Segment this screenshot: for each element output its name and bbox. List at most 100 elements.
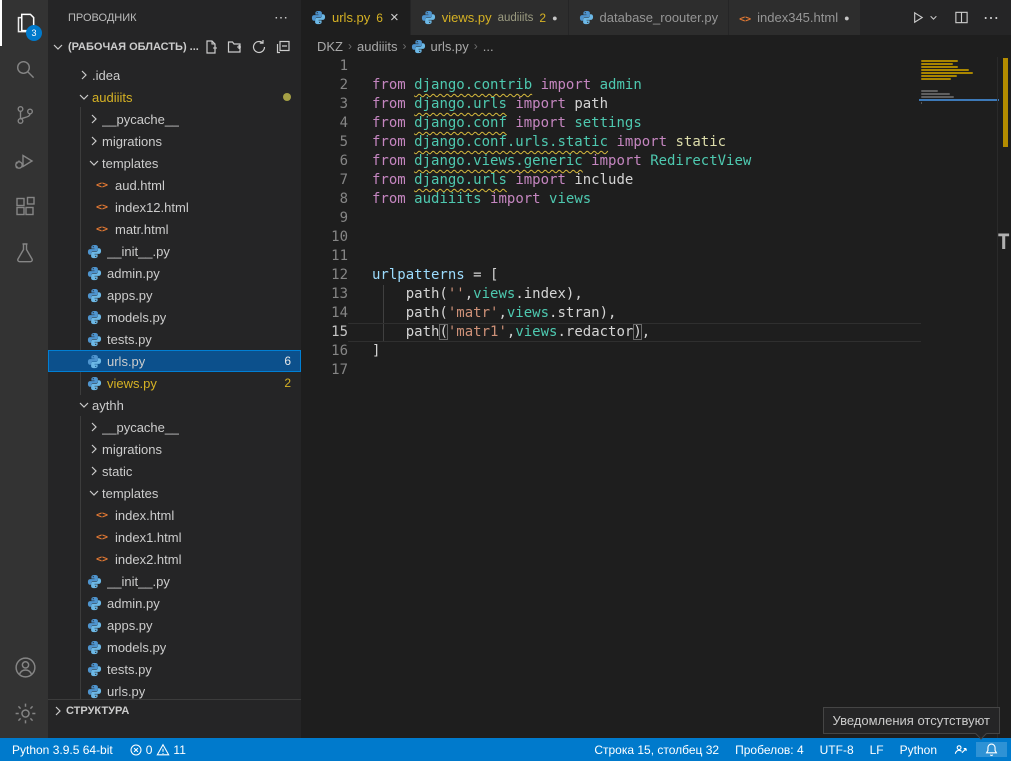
tree-item-__pycache__[interactable]: __pycache__ <box>48 108 301 130</box>
tree-item-admin.py[interactable]: admin.py <box>48 592 301 614</box>
tree-item-urls.py[interactable]: urls.py6 <box>48 350 301 372</box>
status-python-version[interactable]: Python 3.9.5 64-bit <box>4 743 121 757</box>
account-icon[interactable] <box>0 644 48 690</box>
tree-item-views.py[interactable]: views.py 2 <box>48 372 301 394</box>
refresh-icon[interactable] <box>251 39 267 55</box>
tree-item-aythh[interactable]: aythh <box>48 394 301 416</box>
new-folder-icon[interactable] <box>227 39 243 55</box>
tab-label: database_roouter.py <box>600 10 719 25</box>
tree-item-admin.py[interactable]: admin.py <box>48 262 301 284</box>
code-line-4[interactable]: 4from django.conf import settings <box>301 114 1011 133</box>
code-line-11[interactable]: 11 <box>301 247 1011 266</box>
code-line-13[interactable]: 13 path('',views.index), <box>301 285 1011 304</box>
split-editor-icon[interactable] <box>954 10 969 25</box>
code-line-7[interactable]: 7from django.urls import include <box>301 171 1011 190</box>
code-line-9[interactable]: 9 <box>301 209 1011 228</box>
status-problems[interactable]: 0 11 <box>121 743 194 757</box>
tree-item-models.py[interactable]: models.py <box>48 306 301 328</box>
code-line-15[interactable]: 15 path('matr1',views.redactor), <box>301 323 1011 342</box>
tree-item-label: apps.py <box>107 288 153 303</box>
workspace-section-header[interactable]: (РАБОЧАЯ ОБЛАСТЬ) ... <box>48 35 301 59</box>
chevron-down-icon <box>86 155 102 171</box>
breadcrumb-item-DKZ[interactable]: DKZ <box>317 39 343 54</box>
tree-item-label: index12.html <box>115 200 189 215</box>
tree-item-tests.py[interactable]: tests.py <box>48 658 301 680</box>
tree-item-static[interactable]: static <box>48 460 301 482</box>
status-language-mode[interactable]: Python <box>892 743 945 757</box>
code-line-17[interactable]: 17 <box>301 361 1011 380</box>
breadcrumb-item-...[interactable]: ... <box>483 39 494 54</box>
editor-more-actions-icon[interactable]: ⋯ <box>983 8 999 28</box>
html-file-icon: <> <box>94 177 110 193</box>
status-indentation[interactable]: Пробелов: 4 <box>727 743 812 757</box>
scrollbar[interactable]: T <box>997 57 1011 738</box>
status-cursor-position[interactable]: Строка 15, столбец 32 <box>586 743 727 757</box>
tree-item-templates[interactable]: templates <box>48 152 301 174</box>
chevron-right-icon <box>76 67 92 83</box>
modified-dot-icon: ● <box>552 13 557 23</box>
tree-item-index1.html[interactable]: <>index1.html <box>48 526 301 548</box>
tree-item-migrations[interactable]: migrations <box>48 438 301 460</box>
code-line-2[interactable]: 2from django.contrib import admin <box>301 76 1011 95</box>
settings-icon[interactable] <box>0 690 48 736</box>
tree-item-apps.py[interactable]: apps.py <box>48 284 301 306</box>
code-line-6[interactable]: 6from django.views.generic import Redire… <box>301 152 1011 171</box>
code-line-1[interactable]: 1 <box>301 57 1011 76</box>
code-line-12[interactable]: 12urlpatterns = [ <box>301 266 1011 285</box>
run-debug-icon[interactable] <box>0 138 48 184</box>
tree-item-migrations[interactable]: migrations <box>48 130 301 152</box>
new-file-icon[interactable] <box>203 39 219 55</box>
tree-item-tests.py[interactable]: tests.py <box>48 328 301 350</box>
problems-badge: 2 <box>284 376 291 390</box>
tab-views.py[interactable]: views.pyaudiiits2● <box>411 0 569 35</box>
minimap[interactable] <box>921 57 995 108</box>
editor-group: urls.py6×views.pyaudiiits2● database_roou… <box>301 0 1011 738</box>
code-line-3[interactable]: 3from django.urls import path <box>301 95 1011 114</box>
status-eol[interactable]: LF <box>862 743 892 757</box>
run-button[interactable] <box>910 10 940 25</box>
tab-database_roouter.py[interactable]: database_roouter.py <box>569 0 730 35</box>
code-line-8[interactable]: 8from audiiits import views <box>301 190 1011 209</box>
status-encoding[interactable]: UTF-8 <box>812 743 862 757</box>
tree-item-templates[interactable]: templates <box>48 482 301 504</box>
code-line-10[interactable]: 10 <box>301 228 1011 247</box>
python-file-icon <box>86 243 102 259</box>
tab-index345.html[interactable]: <>index345.html● <box>729 0 860 35</box>
code-editor[interactable]: 12from django.contrib import admin3from … <box>301 57 1011 738</box>
code-line-5[interactable]: 5from django.conf.urls.static import sta… <box>301 133 1011 152</box>
close-icon[interactable]: × <box>389 9 400 26</box>
tree-item-.idea[interactable]: .idea <box>48 64 301 86</box>
sidebar-more-actions-icon[interactable]: ⋯ <box>270 9 293 26</box>
notifications-bell-icon[interactable] <box>976 742 1007 757</box>
tree-item-index2.html[interactable]: <>index2.html <box>48 548 301 570</box>
tree-item-__pycache__[interactable]: __pycache__ <box>48 416 301 438</box>
tree-item-index12.html[interactable]: <>index12.html <box>48 196 301 218</box>
line-number: 9 <box>301 209 348 228</box>
testing-icon[interactable] <box>0 230 48 276</box>
tree-item-urls.py[interactable]: urls.py <box>48 680 301 699</box>
source-control-icon[interactable] <box>0 92 48 138</box>
workspace-label: (РАБОЧАЯ ОБЛАСТЬ) ... <box>68 41 199 53</box>
breadcrumb-item-audiiits[interactable]: audiiits <box>357 39 397 54</box>
feedback-icon[interactable] <box>945 742 976 757</box>
tree-item-apps.py[interactable]: apps.py <box>48 614 301 636</box>
explorer-icon[interactable]: 3 <box>0 0 48 46</box>
collapse-all-icon[interactable] <box>275 39 291 55</box>
breadcrumb-item-urls.py[interactable]: urls.py <box>411 39 468 54</box>
line-number: 2 <box>301 76 348 95</box>
tree-item-audiiits[interactable]: audiiits <box>48 86 301 108</box>
tree-item-aud.html[interactable]: <>aud.html <box>48 174 301 196</box>
tree-item-matr.html[interactable]: <>matr.html <box>48 218 301 240</box>
code-line-14[interactable]: 14 path('matr',views.stran), <box>301 304 1011 323</box>
tree-item-__init__.py[interactable]: __init__.py <box>48 570 301 592</box>
tree-item-models.py[interactable]: models.py <box>48 636 301 658</box>
outline-section-header[interactable]: СТРУКТУРА <box>48 699 301 722</box>
tab-urls.py[interactable]: urls.py6× <box>301 0 411 35</box>
search-icon[interactable] <box>0 46 48 92</box>
code-line-16[interactable]: 16] <box>301 342 1011 361</box>
extensions-icon[interactable] <box>0 184 48 230</box>
tree-item-index.html[interactable]: <>index.html <box>48 504 301 526</box>
html-file-icon: <> <box>94 221 110 237</box>
tree-item-label: views.py <box>107 376 157 391</box>
tree-item-__init__.py[interactable]: __init__.py <box>48 240 301 262</box>
